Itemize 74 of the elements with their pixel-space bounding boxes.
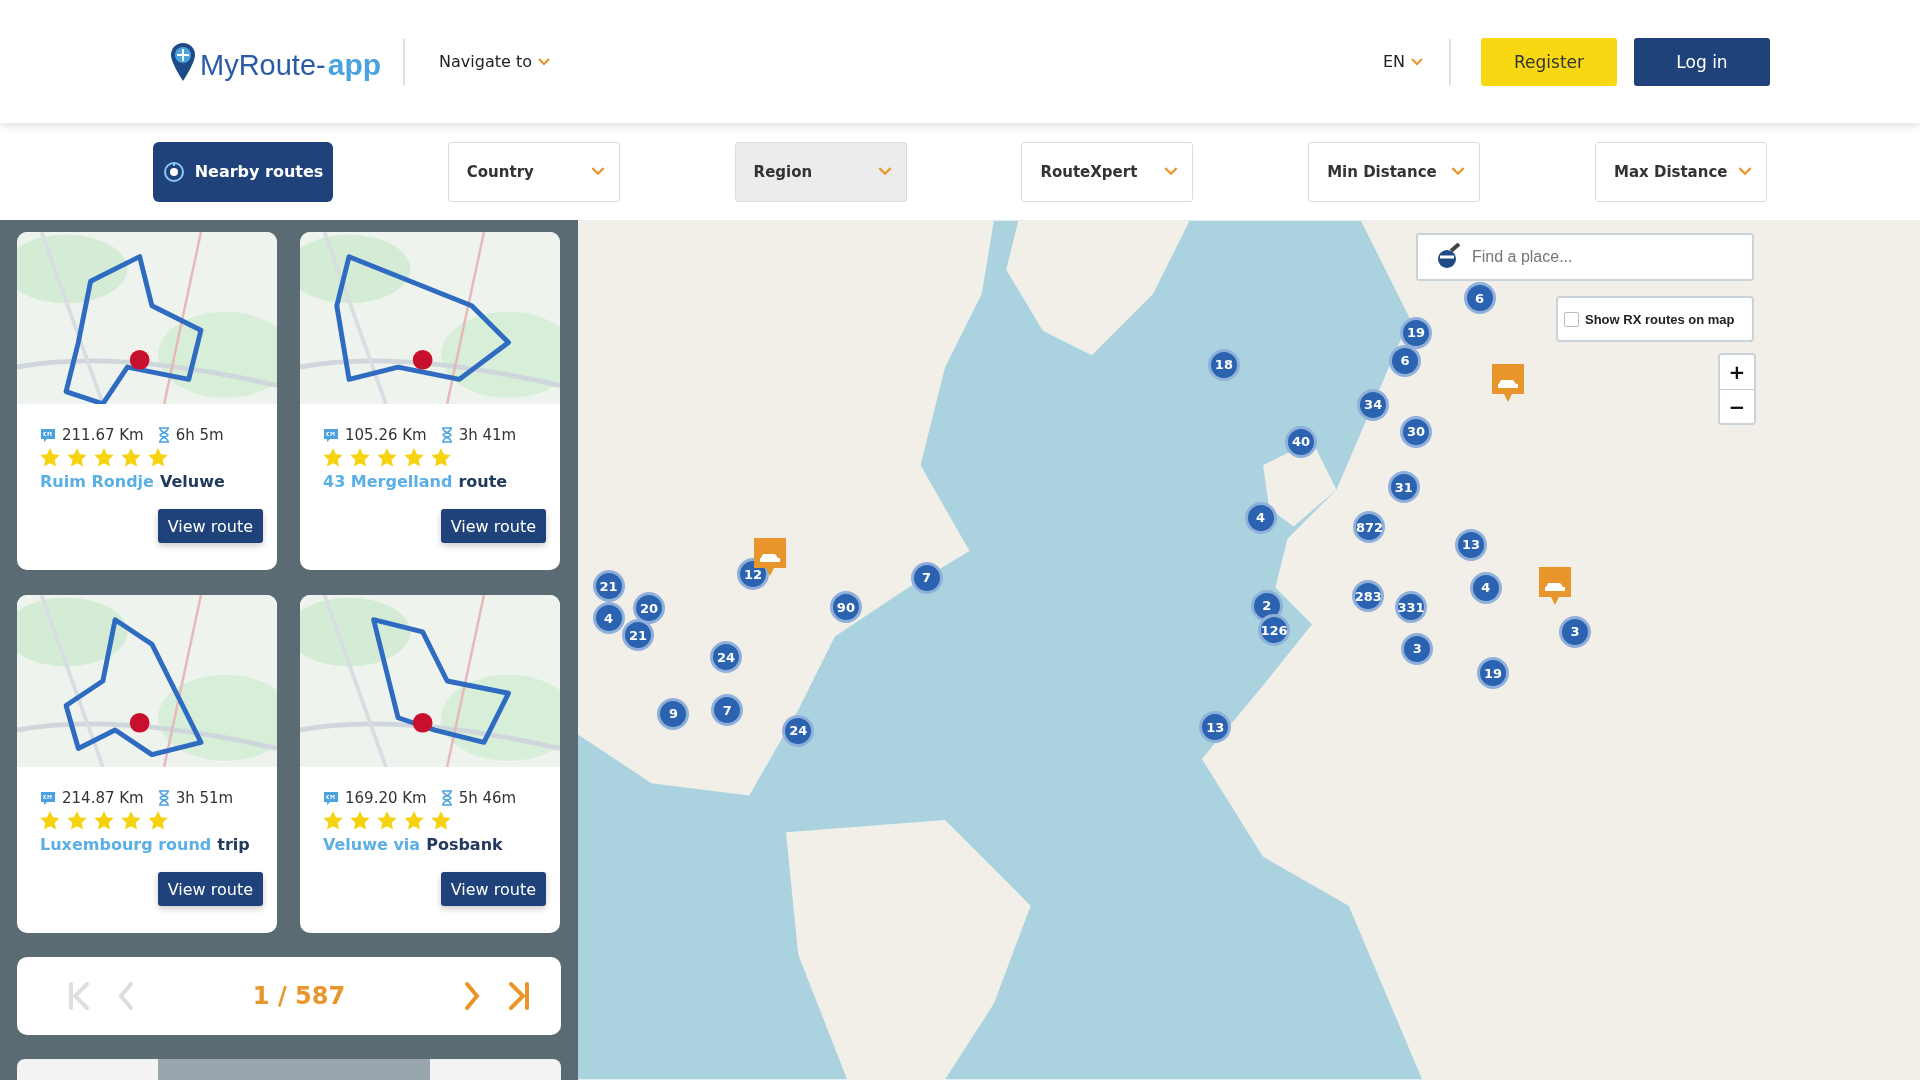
caret-icon	[1411, 57, 1423, 66]
filter-dropdown[interactable]: RouteXpert	[1021, 141, 1194, 202]
car-marker-icon[interactable]	[1539, 567, 1572, 606]
chevron-icon	[590, 167, 605, 176]
rx-routes-toggle[interactable]: Show RX routes on map	[1556, 296, 1754, 342]
star-icon	[431, 448, 451, 467]
star-icon	[94, 811, 114, 830]
duration-text: 5h 46m	[458, 789, 517, 807]
logo-pin-icon[interactable]	[170, 41, 196, 82]
distance-icon	[40, 790, 56, 806]
distance-text: 214.87 Km	[62, 789, 144, 807]
language-menu[interactable]: EN	[1378, 48, 1427, 75]
route-title: route	[458, 472, 508, 491]
distance-icon	[323, 427, 339, 443]
page-counter: 1 / 587	[252, 982, 346, 1010]
chevron-icon	[1738, 167, 1752, 176]
star-icon	[431, 811, 451, 830]
star-icon	[377, 448, 397, 467]
view-route-button[interactable]: View route	[440, 872, 546, 906]
location-icon	[162, 160, 185, 183]
star-icon	[40, 448, 60, 467]
distance-text: 169.20 Km	[345, 789, 427, 807]
distance-icon	[40, 427, 56, 443]
star-icon	[404, 811, 424, 830]
view-route-button[interactable]: View route	[157, 872, 263, 906]
chevron-icon	[877, 167, 892, 176]
star-icon	[94, 448, 114, 467]
hourglass-icon	[157, 790, 170, 806]
star-icon	[67, 811, 87, 830]
zoom-in-button[interactable]: +	[1720, 355, 1754, 389]
route-title: Posbank	[426, 835, 503, 854]
checkbox[interactable]	[1564, 311, 1579, 327]
nearby-routes-button[interactable]: Nearby routes	[153, 141, 333, 202]
duration-text: 3h 51m	[175, 789, 234, 807]
star-icon	[40, 811, 60, 830]
distance-icon	[323, 790, 339, 806]
duration-text: 3h 41m	[458, 426, 517, 444]
checkbox-label: Show RX routes on map	[1585, 311, 1735, 327]
zoom-out-button[interactable]: −	[1720, 389, 1754, 423]
search-icon	[1436, 243, 1462, 271]
view-route-button[interactable]: View route	[157, 509, 263, 543]
hourglass-icon	[157, 427, 170, 443]
distance-text: 211.67 Km	[62, 426, 144, 444]
duration-text: 6h 5m	[175, 426, 224, 444]
distance-text: 105.26 Km	[345, 426, 427, 444]
chevron-icon	[1164, 167, 1179, 176]
star-icon	[350, 811, 370, 830]
filter-dropdown[interactable]: Max Distance	[1595, 141, 1767, 202]
star-icon	[323, 811, 343, 830]
star-icon	[148, 448, 168, 467]
chevron-icon	[1451, 167, 1466, 176]
navigate-menu[interactable]: Navigate to	[435, 48, 554, 75]
view-route-button[interactable]: View route	[440, 509, 546, 543]
register-button[interactable]: Register	[1481, 37, 1617, 86]
logo-text[interactable]: MyRoute-	[200, 48, 326, 82]
last-page-icon[interactable]	[507, 980, 531, 1012]
star-icon	[121, 448, 141, 467]
hourglass-icon	[440, 427, 453, 443]
star-icon	[121, 811, 141, 830]
star-icon	[148, 811, 168, 830]
search-field[interactable]: Find a place...	[1416, 233, 1754, 281]
star-icon	[377, 811, 397, 830]
star-icon	[67, 448, 87, 467]
filter-dropdown[interactable]: Country	[447, 141, 620, 202]
login-button[interactable]: Log in	[1634, 37, 1770, 86]
filter-dropdown[interactable]: Min Distance	[1308, 141, 1481, 202]
car-marker-icon[interactable]	[1491, 363, 1524, 402]
hourglass-icon	[440, 790, 453, 806]
route-title: trip	[217, 835, 250, 854]
star-icon	[323, 448, 343, 467]
star-icon	[404, 448, 424, 467]
caret-icon	[537, 57, 550, 66]
star-icon	[350, 448, 370, 467]
route-title: Veluwe	[159, 472, 225, 491]
